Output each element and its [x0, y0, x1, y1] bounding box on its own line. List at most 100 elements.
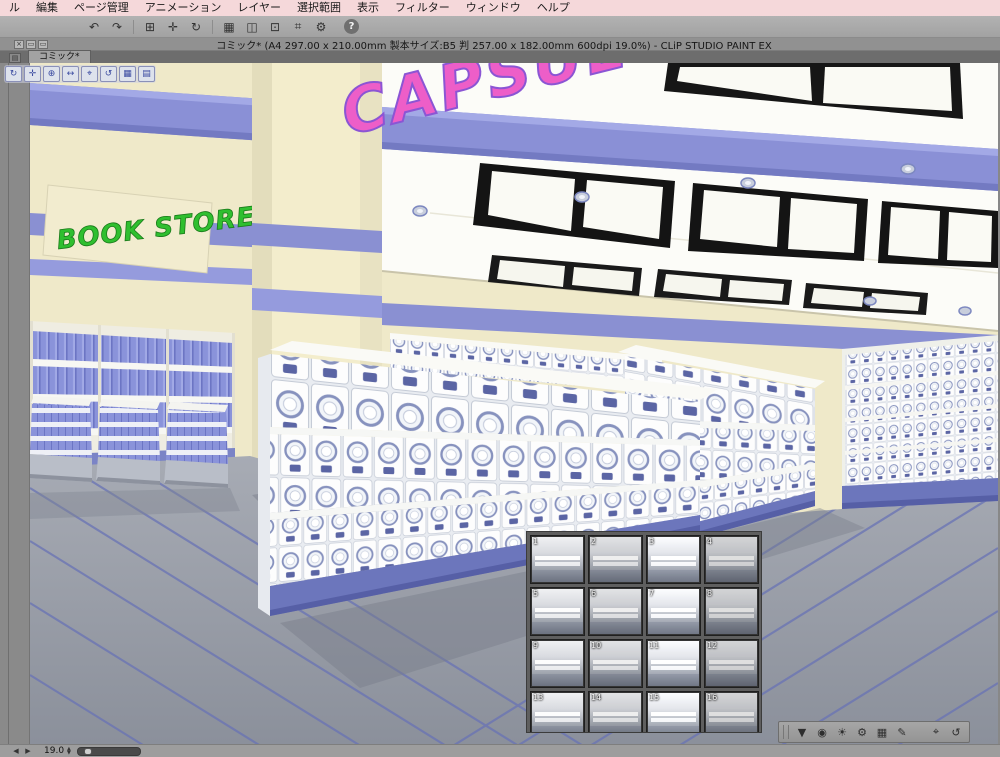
preset-thumbnail-image: [648, 589, 699, 634]
preset-thumbnail-image: [590, 589, 641, 634]
object-settings-icon[interactable]: ⚙: [853, 724, 871, 741]
preset-thumbnail-image: [706, 589, 757, 634]
preset-number: 15: [649, 693, 660, 702]
camera-preset-14[interactable]: 14: [588, 691, 643, 732]
menu-selection[interactable]: 選択範囲: [290, 0, 348, 16]
toolbar-grip[interactable]: [783, 725, 789, 739]
deselect-icon[interactable]: ⊞: [140, 18, 160, 36]
camera-preset-2[interactable]: 2: [588, 535, 643, 584]
camera-preset-panel: 1 2 3 4 5 6 7 8 9 10 11 12 13 14 15 16: [526, 531, 762, 733]
menu-layer[interactable]: レイヤー: [230, 0, 288, 16]
maximize-icon[interactable]: ▭: [38, 39, 48, 49]
light-source-icon[interactable]: ☀: [833, 724, 851, 741]
camera-preset-15[interactable]: 15: [646, 691, 701, 732]
preset-number: 7: [649, 589, 655, 598]
minimize-icon[interactable]: ▭: [26, 39, 36, 49]
preset-thumbnail-image: [648, 537, 699, 582]
tab-list-icon[interactable]: ▤: [9, 53, 21, 63]
camera-pan-icon[interactable]: ✛: [24, 66, 41, 82]
help-icon[interactable]: ?: [344, 19, 359, 34]
grid-icon[interactable]: ▦: [219, 18, 239, 36]
preset-thumbnail-image: [590, 537, 641, 582]
preset-thumbnail-image: [532, 589, 583, 634]
object-move-icon[interactable]: ⌖: [81, 66, 98, 82]
snap-ruler-icon[interactable]: ◫: [242, 18, 262, 36]
snap-grid-icon[interactable]: ⌗: [288, 18, 308, 36]
camera-preset-1[interactable]: 1: [530, 535, 585, 584]
camera-preset-12[interactable]: 12: [704, 639, 759, 688]
show-grid-icon[interactable]: ▦: [873, 724, 891, 741]
magazine-stand: [96, 399, 160, 485]
prev-page-icon[interactable]: ◀: [10, 746, 22, 757]
preset-number: 6: [591, 589, 597, 598]
preset-thumbnail-image: [706, 537, 757, 582]
canvas-pasteboard: [0, 63, 30, 744]
preset-number: 13: [533, 693, 544, 702]
menu-window[interactable]: ウィンドウ: [459, 0, 528, 16]
reset-view-icon[interactable]: ↺: [947, 724, 965, 741]
camera-preset-8[interactable]: 8: [704, 587, 759, 636]
camera-preset-9[interactable]: 9: [530, 639, 585, 688]
preset-number: 3: [649, 537, 655, 546]
camera-preset-3[interactable]: 3: [646, 535, 701, 584]
canvas-tab-bar: ▤ コミック*: [0, 50, 1000, 63]
menu-help[interactable]: ヘルプ: [530, 0, 577, 16]
menu-view[interactable]: 表示: [350, 0, 386, 16]
menu-edit[interactable]: 編集: [29, 0, 65, 16]
camera-rotate-icon[interactable]: ↻: [5, 66, 22, 82]
preset-number: 4: [707, 537, 713, 546]
camera-preset-7[interactable]: 7: [646, 587, 701, 636]
focus-target-icon[interactable]: ◉: [813, 724, 831, 741]
menu-filter[interactable]: フィルター: [388, 0, 457, 16]
object-rotate-icon[interactable]: ↺: [100, 66, 117, 82]
pivot-icon[interactable]: ⌖: [927, 724, 945, 741]
capsule-machine-wall-shelves: [842, 335, 998, 509]
document-title: コミック* (A4 297.00 x 210.00mm 製本サイズ:B5 判 2…: [216, 40, 772, 52]
camera-presets-icon[interactable]: ▦: [119, 66, 136, 82]
preset-number: 9: [533, 641, 539, 650]
zoom-value: 19.0: [44, 746, 65, 756]
preset-number: 1: [533, 537, 539, 546]
snap-special-icon[interactable]: ⊡: [265, 18, 285, 36]
camera-preset-5[interactable]: 5: [530, 587, 585, 636]
menu-file-partial[interactable]: ル: [2, 0, 27, 16]
tab-comic[interactable]: コミック*: [28, 50, 91, 63]
preset-number: 2: [591, 537, 597, 546]
magazine-stand: [164, 402, 228, 488]
next-page-icon[interactable]: ▶: [22, 746, 34, 757]
zoom-slider[interactable]: [76, 746, 141, 756]
camera-preset-16[interactable]: 16: [704, 691, 759, 732]
settings-icon[interactable]: ⚙: [311, 18, 331, 36]
preset-thumbnail-image: [532, 641, 583, 686]
camera-preset-13[interactable]: 13: [530, 691, 585, 732]
drop-to-floor-icon[interactable]: ▼: [793, 724, 811, 741]
status-bar: ◀ ▶ 19.0 ▲ ▼: [0, 744, 1000, 757]
redo-icon[interactable]: ↷: [107, 18, 127, 36]
preset-number: 8: [707, 589, 713, 598]
undo-icon[interactable]: ↶: [84, 18, 104, 36]
edit-pose-icon[interactable]: ✎: [893, 724, 911, 741]
menu-page-management[interactable]: ページ管理: [67, 0, 136, 16]
document-title-bar: × ▭ ▭ コミック* (A4 297.00 x 210.00mm 製本サイズ:…: [0, 38, 1000, 52]
preset-number: 14: [591, 693, 602, 702]
object-list-icon[interactable]: ▤: [138, 66, 155, 82]
camera-preset-11[interactable]: 11: [646, 639, 701, 688]
camera-zoom-icon[interactable]: ⊕: [43, 66, 60, 82]
canvas-area[interactable]: BOOK STORE CAPSUL ↻ ✛ ⊕ ↔ ⌖ ↺ ▦ ▤ 1 2 3 …: [0, 63, 1000, 744]
zoom-slider-knob[interactable]: [83, 747, 92, 755]
3d-scene-viewport[interactable]: BOOK STORE CAPSUL: [30, 63, 998, 744]
camera-preset-4[interactable]: 4: [704, 535, 759, 584]
close-icon[interactable]: ×: [14, 39, 24, 49]
preset-number: 12: [707, 641, 718, 650]
menu-animation[interactable]: アニメーション: [138, 0, 229, 16]
camera-preset-10[interactable]: 10: [588, 639, 643, 688]
camera-dolly-icon[interactable]: ↔: [62, 66, 79, 82]
toolbar-separator: [212, 19, 213, 34]
camera-preset-6[interactable]: 6: [588, 587, 643, 636]
preset-number: 5: [533, 589, 539, 598]
rotate-view-icon[interactable]: ↻: [186, 18, 206, 36]
crop-icon[interactable]: ✛: [163, 18, 183, 36]
magazine-stand: [30, 396, 92, 482]
zoom-down-icon[interactable]: ▼: [67, 751, 71, 756]
menu-bar: ル 編集 ページ管理 アニメーション レイヤー 選択範囲 表示 フィルター ウィ…: [0, 0, 1000, 16]
